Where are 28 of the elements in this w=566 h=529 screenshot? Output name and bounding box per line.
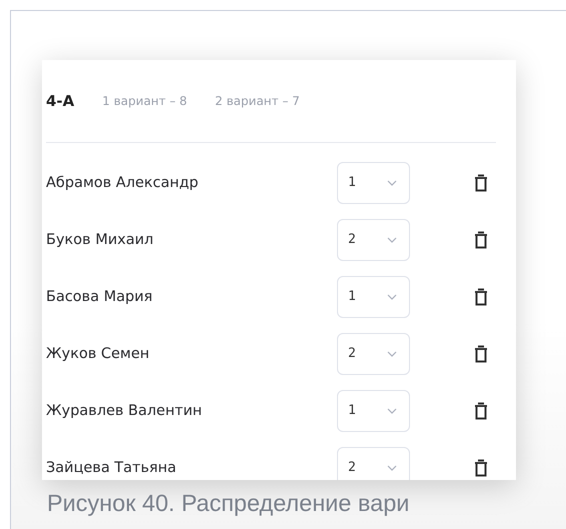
student-name: Буков Михаил xyxy=(46,232,154,248)
variant-select[interactable]: 1 xyxy=(337,162,410,204)
variant-select[interactable]: 2 xyxy=(337,218,410,260)
trash-icon[interactable] xyxy=(474,288,488,306)
student-name: Журавлев Валентин xyxy=(46,402,204,418)
trash-icon[interactable] xyxy=(474,230,488,248)
chevron-down-icon xyxy=(387,236,397,242)
student-name: Басова Мария xyxy=(46,288,154,304)
student-name: Жуков Семен xyxy=(46,346,150,362)
trash-icon[interactable] xyxy=(474,344,488,362)
trash-icon[interactable] xyxy=(474,458,488,476)
trash-icon[interactable] xyxy=(474,174,488,192)
class-title: 4-А xyxy=(46,92,74,110)
chevron-down-icon xyxy=(387,408,397,414)
variant-count: 1 вариант – 8 xyxy=(102,94,188,108)
chevron-down-icon xyxy=(387,350,397,356)
variant-select[interactable]: 1 xyxy=(337,390,410,432)
variant-select[interactable]: 2 xyxy=(337,332,410,374)
chevron-down-icon xyxy=(387,294,397,300)
chevron-down-icon xyxy=(387,180,397,186)
student-name: Абрамов Александр xyxy=(46,174,200,190)
figure-caption: Рисунок 40. Распределение вари xyxy=(47,490,410,517)
chevron-down-icon xyxy=(387,464,397,470)
trash-icon[interactable] xyxy=(474,402,488,420)
variant-count: 2 вариант – 7 xyxy=(215,94,300,108)
variant-select[interactable]: 1 xyxy=(337,276,410,318)
variant-select[interactable]: 2 xyxy=(337,446,410,480)
student-name: Зайцева Татьяна xyxy=(46,460,178,476)
